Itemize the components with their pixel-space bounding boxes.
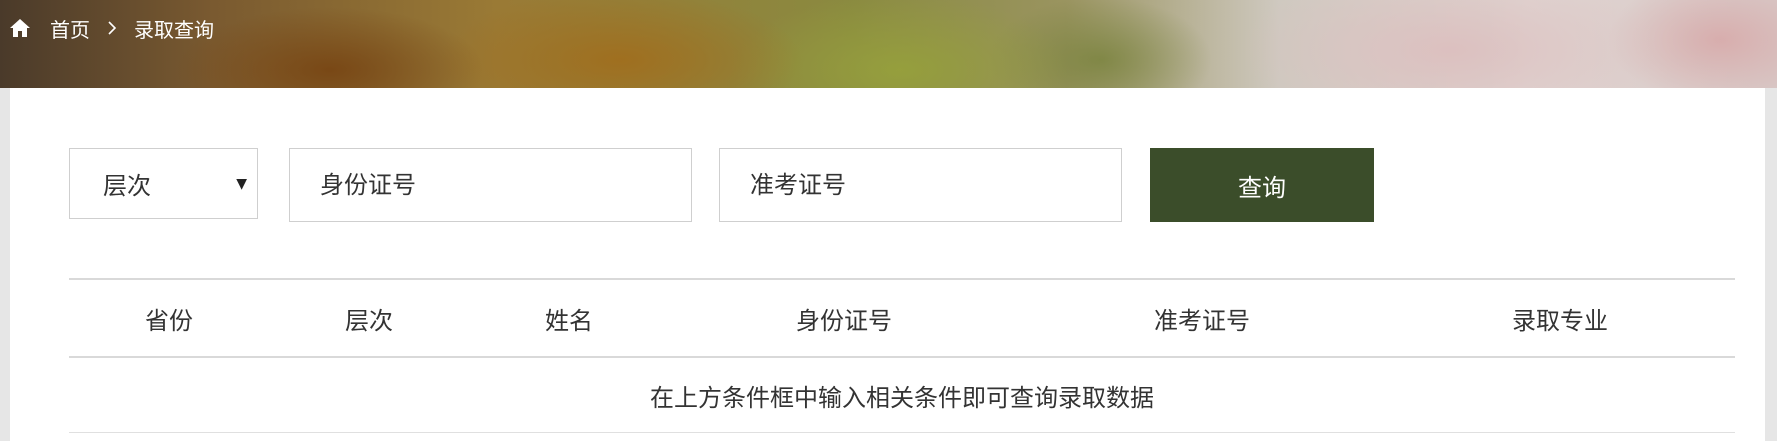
caret-down-icon: ▼ [236,176,247,192]
right-border [1765,88,1777,441]
breadcrumb: 首页 录取查询 [8,12,214,44]
breadcrumb-current: 录取查询 [134,17,214,42]
breadcrumb-home-link[interactable]: 首页 [50,14,90,43]
column-header-major: 录取专业 [1385,278,1735,358]
search-form: 层次 ▼ 查询 [10,148,1765,222]
column-header-name: 姓名 [469,278,669,358]
id-number-input[interactable] [289,148,692,222]
home-icon[interactable] [8,16,32,40]
column-header-province: 省份 [69,278,269,358]
query-button[interactable]: 查询 [1150,148,1374,222]
chevron-right-icon [104,18,120,38]
admission-query-panel: 层次 ▼ 查询 省份 层次 姓名 身份证号 准考证号 录取专业 [10,88,1765,441]
table-row: 在上方条件框中输入相关条件即可查询录取数据 [69,357,1735,433]
table-header-row: 省份 层次 姓名 身份证号 准考证号 录取专业 [69,278,1735,358]
column-header-level: 层次 [269,278,469,358]
results-table: 省份 层次 姓名 身份证号 准考证号 录取专业 在上方条件框中输入相关条件即可查… [69,278,1735,433]
level-select[interactable]: 层次 ▼ [69,148,258,219]
column-header-id-number: 身份证号 [669,278,1019,358]
exam-number-input[interactable] [719,148,1122,222]
empty-state-message: 在上方条件框中输入相关条件即可查询录取数据 [69,357,1735,433]
level-select-value: 层次 [103,172,151,200]
left-border [0,88,10,441]
column-header-exam-number: 准考证号 [1019,278,1385,358]
